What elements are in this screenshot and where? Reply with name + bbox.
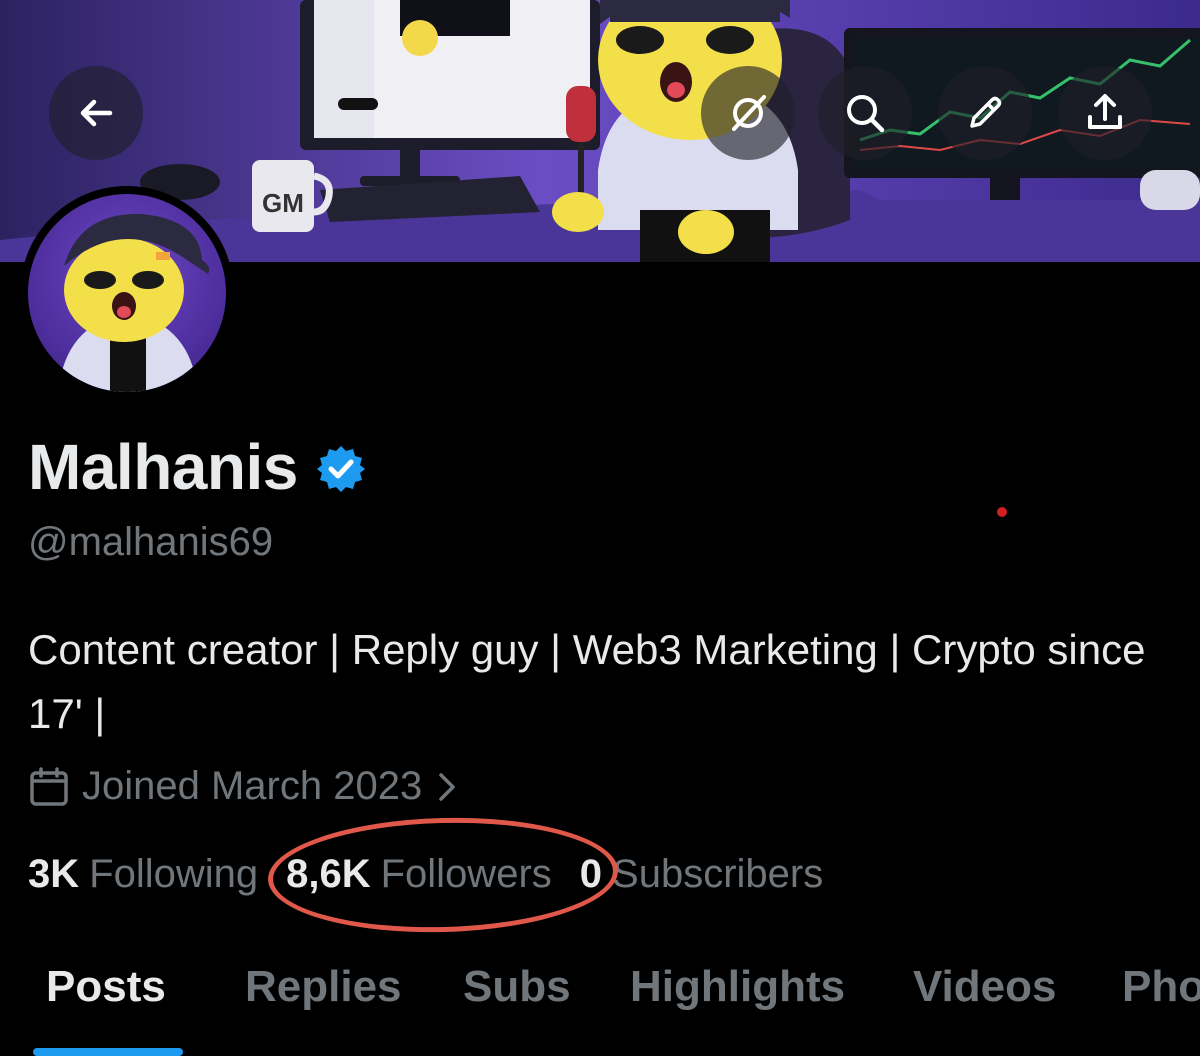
tab-replies[interactable]: Replies xyxy=(245,962,402,1012)
display-name-row: Malhanis xyxy=(28,430,366,504)
grok-icon xyxy=(732,95,766,131)
profile-tabs: Posts Replies Subs Highlights Videos Pho xyxy=(0,962,1200,1056)
tab-subs[interactable]: Subs xyxy=(463,962,571,1012)
tab-photos[interactable]: Pho xyxy=(1122,962,1200,1012)
display-name: Malhanis xyxy=(28,431,298,503)
mug-text: GM xyxy=(262,188,304,218)
avatar-illustration xyxy=(58,213,210,392)
active-tab-indicator xyxy=(33,1048,183,1056)
subscribers-label: Subscribers xyxy=(612,852,824,896)
verified-badge-icon[interactable] xyxy=(316,444,366,494)
arrow-left-icon xyxy=(80,99,113,127)
back-button[interactable] xyxy=(49,66,143,160)
profile-avatar[interactable] xyxy=(20,186,234,400)
grok-button[interactable] xyxy=(701,66,795,160)
search-button[interactable] xyxy=(818,66,912,160)
joined-date-row[interactable]: Joined March 2023 xyxy=(28,764,458,809)
joined-date: Joined March 2023 xyxy=(82,764,423,808)
pencil-icon xyxy=(970,96,1002,128)
edit-button[interactable] xyxy=(938,66,1032,160)
user-handle: @malhanis69 xyxy=(28,520,274,564)
following-stat[interactable]: 3K Following xyxy=(28,852,258,897)
chevron-right-icon xyxy=(439,772,455,801)
notification-dot xyxy=(997,507,1007,517)
share-button[interactable] xyxy=(1058,66,1152,160)
tab-highlights[interactable]: Highlights xyxy=(630,962,845,1012)
calendar-icon xyxy=(30,766,68,806)
search-icon xyxy=(847,95,885,133)
highlight-annotation-circle xyxy=(266,813,620,937)
following-count: 3K xyxy=(28,852,80,896)
tab-videos[interactable]: Videos xyxy=(913,962,1056,1012)
tab-posts[interactable]: Posts xyxy=(46,962,166,1012)
share-icon xyxy=(1088,94,1122,129)
following-label: Following xyxy=(89,852,259,896)
profile-bio: Content creator | Reply guy | Web3 Marke… xyxy=(28,626,1146,737)
